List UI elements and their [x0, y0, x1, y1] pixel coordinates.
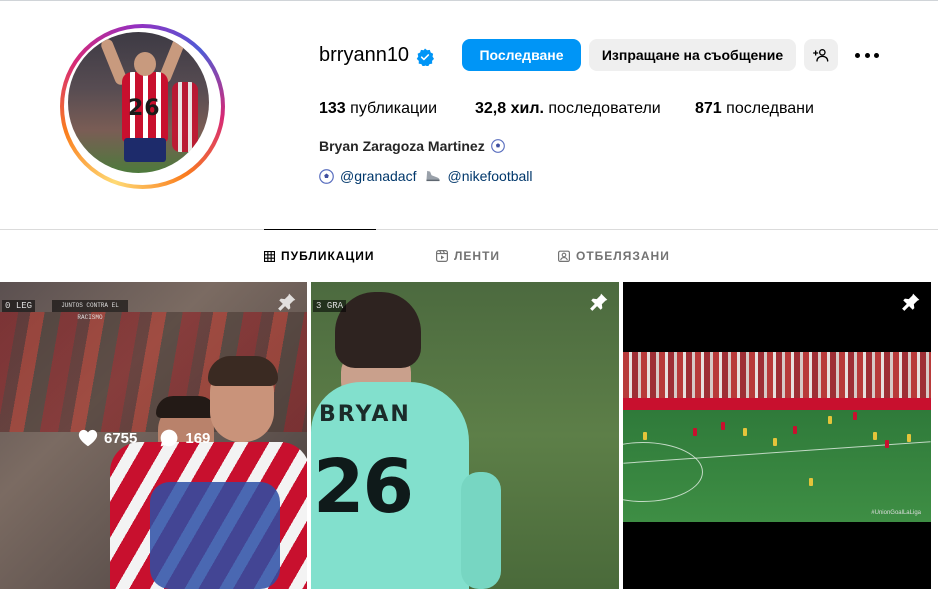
player-marker — [853, 412, 857, 420]
bio-links: @granadacf @nikefootball — [319, 168, 542, 184]
soccer-ball-icon — [319, 168, 334, 184]
player-marker — [809, 478, 813, 486]
more-dot-icon — [874, 52, 879, 58]
full-name-text: Bryan Zaragoza Martinez — [319, 138, 485, 154]
more-dot-icon — [864, 52, 870, 58]
follow-button[interactable]: Последване — [462, 39, 581, 71]
following-label: последвани — [726, 100, 814, 117]
verified-badge-icon — [416, 48, 434, 66]
pin-icon — [590, 293, 608, 311]
posts-label: публикации — [350, 100, 438, 117]
shirt-number: 26 — [313, 444, 414, 530]
tab-reels-label: ЛЕНТИ — [454, 249, 501, 263]
suggest-user-button[interactable] — [804, 39, 838, 71]
post-score-overlay: 0 LEG — [2, 300, 36, 312]
post-player-hair — [156, 396, 216, 418]
tabs-divider — [0, 229, 938, 230]
pin-icon — [278, 293, 296, 311]
tab-reels[interactable]: ЛЕНТИ — [436, 249, 500, 263]
tagged-icon — [558, 250, 570, 262]
more-dot-icon — [855, 52, 860, 58]
active-tab-indicator — [264, 229, 376, 230]
posts-stat: 133 публикации — [319, 100, 437, 118]
followers-stat[interactable]: 32,8 хил. последователи — [475, 100, 661, 118]
score-number: 3 — [316, 301, 322, 311]
player-marker — [773, 438, 777, 446]
comment-count: 169 — [185, 429, 211, 447]
followers-count: 32,8 хил. — [475, 100, 544, 117]
post-tile[interactable]: BRYAN 26 3 GRA — [311, 282, 619, 589]
top-border — [0, 0, 938, 1]
avatar-shorts — [124, 138, 166, 162]
full-name: Bryan Zaragoza Martinez — [319, 138, 505, 154]
score-team: LEG — [15, 301, 33, 311]
post-blue-shirt — [150, 482, 280, 589]
tab-tagged[interactable]: ОТБЕЛЯЗАНИ — [558, 249, 670, 263]
player-marker — [873, 432, 877, 440]
post-banner-overlay: JUNTOS CONTRA EL RACISMO — [52, 300, 128, 321]
player-marker — [743, 428, 747, 436]
avatar-jersey-number: 26 — [128, 96, 161, 121]
tab-posts-label: ПУБЛИКАЦИИ — [281, 249, 375, 263]
video-watermark: #UnionGoalLaLiga — [871, 510, 921, 516]
tab-tagged-label: ОТБЕЛЯЗАНИ — [576, 249, 670, 263]
soccer-ball-icon — [490, 139, 505, 153]
shirt-name: BRYAN — [319, 402, 411, 427]
avatar-teammate — [172, 82, 198, 152]
avatar-photo: 26 — [68, 32, 209, 173]
avatar-head — [134, 52, 156, 76]
followers-label: последователи — [548, 100, 661, 117]
profile-avatar[interactable]: 26 — [60, 24, 225, 189]
post-ad-boards — [623, 398, 931, 410]
following-stat[interactable]: 871 последвани — [695, 100, 814, 118]
score-number: 0 — [5, 301, 11, 311]
following-count: 871 — [695, 100, 722, 117]
football-boot-icon — [426, 170, 441, 182]
player-marker — [793, 426, 797, 434]
more-options-button[interactable] — [855, 44, 879, 66]
player-marker — [885, 440, 889, 448]
player-marker — [643, 432, 647, 440]
player-marker — [828, 416, 832, 424]
post-score-overlay: 3 GRA — [313, 300, 347, 312]
post-tile[interactable]: 0 LEG JUNTOS CONTRA EL RACISMO 6755 169 — [0, 282, 307, 589]
player-marker — [693, 428, 697, 436]
post-tile[interactable]: #UnionGoalLaLiga — [623, 282, 931, 589]
player-marker — [721, 422, 725, 430]
comment-icon — [159, 428, 179, 448]
score-team: GRA — [326, 301, 344, 311]
posts-count: 133 — [319, 100, 346, 117]
post-player-hair — [208, 356, 278, 386]
post-player-hair — [335, 292, 421, 368]
username: brryann10 — [319, 44, 410, 66]
like-count: 6755 — [104, 429, 138, 447]
tab-posts[interactable]: ПУБЛИКАЦИИ — [264, 249, 374, 263]
post-player-arm — [461, 472, 501, 589]
post-hover-stats: 6755 169 — [78, 428, 210, 448]
nike-mention-link[interactable]: @nikefootball — [447, 168, 532, 184]
add-person-icon — [813, 49, 829, 62]
grid-icon — [264, 250, 275, 262]
message-button[interactable]: Изпращане на съобщение — [589, 39, 796, 71]
player-marker — [907, 434, 911, 442]
reels-icon — [436, 250, 448, 262]
granada-mention-link[interactable]: @granadacf — [340, 168, 416, 184]
heart-icon — [78, 429, 98, 447]
pin-icon — [902, 293, 920, 311]
